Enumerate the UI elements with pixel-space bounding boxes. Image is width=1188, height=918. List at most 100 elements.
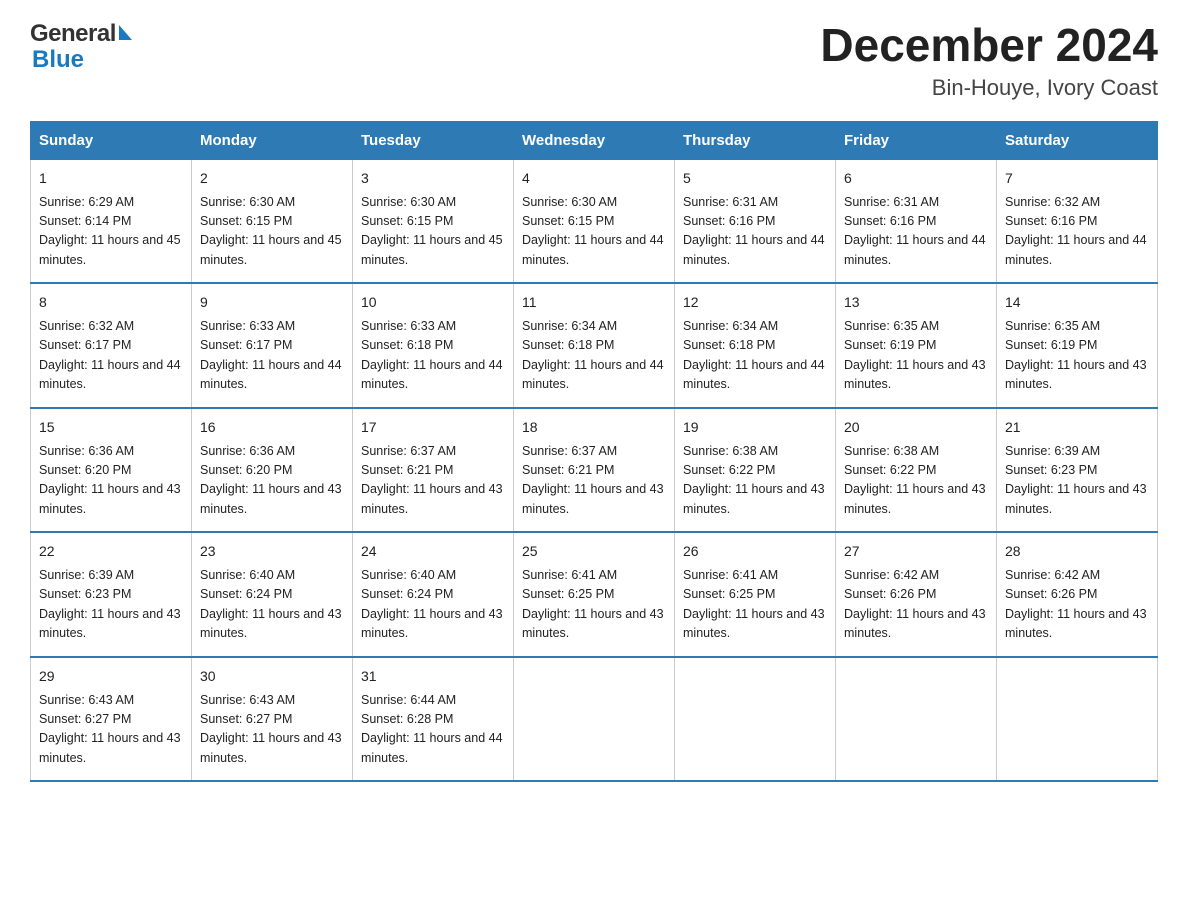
day-info: Sunrise: 6:39 AMSunset: 6:23 PMDaylight:… <box>39 568 181 640</box>
calendar-cell: 7 Sunrise: 6:32 AMSunset: 6:16 PMDayligh… <box>997 159 1158 283</box>
column-header-wednesday: Wednesday <box>514 121 675 159</box>
calendar-cell: 20 Sunrise: 6:38 AMSunset: 6:22 PMDaylig… <box>836 408 997 533</box>
day-number: 31 <box>361 666 505 687</box>
day-info: Sunrise: 6:36 AMSunset: 6:20 PMDaylight:… <box>39 444 181 516</box>
day-info: Sunrise: 6:35 AMSunset: 6:19 PMDaylight:… <box>844 319 986 391</box>
day-info: Sunrise: 6:39 AMSunset: 6:23 PMDaylight:… <box>1005 444 1147 516</box>
page-title: December 2024 <box>820 20 1158 71</box>
day-number: 4 <box>522 168 666 189</box>
day-info: Sunrise: 6:44 AMSunset: 6:28 PMDaylight:… <box>361 693 503 765</box>
day-number: 25 <box>522 541 666 562</box>
column-header-friday: Friday <box>836 121 997 159</box>
column-header-sunday: Sunday <box>31 121 192 159</box>
calendar-cell: 12 Sunrise: 6:34 AMSunset: 6:18 PMDaylig… <box>675 283 836 408</box>
calendar-cell: 2 Sunrise: 6:30 AMSunset: 6:15 PMDayligh… <box>192 159 353 283</box>
day-info: Sunrise: 6:34 AMSunset: 6:18 PMDaylight:… <box>522 319 664 391</box>
calendar-cell: 18 Sunrise: 6:37 AMSunset: 6:21 PMDaylig… <box>514 408 675 533</box>
calendar-cell: 3 Sunrise: 6:30 AMSunset: 6:15 PMDayligh… <box>353 159 514 283</box>
day-info: Sunrise: 6:36 AMSunset: 6:20 PMDaylight:… <box>200 444 342 516</box>
day-number: 28 <box>1005 541 1149 562</box>
day-info: Sunrise: 6:30 AMSunset: 6:15 PMDaylight:… <box>361 195 503 267</box>
day-number: 27 <box>844 541 988 562</box>
day-number: 1 <box>39 168 183 189</box>
logo-general-text: General <box>30 20 116 48</box>
calendar-cell: 11 Sunrise: 6:34 AMSunset: 6:18 PMDaylig… <box>514 283 675 408</box>
calendar-cell: 5 Sunrise: 6:31 AMSunset: 6:16 PMDayligh… <box>675 159 836 283</box>
calendar-cell: 9 Sunrise: 6:33 AMSunset: 6:17 PMDayligh… <box>192 283 353 408</box>
day-number: 21 <box>1005 417 1149 438</box>
day-info: Sunrise: 6:31 AMSunset: 6:16 PMDaylight:… <box>844 195 986 267</box>
day-info: Sunrise: 6:30 AMSunset: 6:15 PMDaylight:… <box>200 195 342 267</box>
column-header-thursday: Thursday <box>675 121 836 159</box>
day-number: 19 <box>683 417 827 438</box>
day-info: Sunrise: 6:37 AMSunset: 6:21 PMDaylight:… <box>361 444 503 516</box>
calendar-body: 1 Sunrise: 6:29 AMSunset: 6:14 PMDayligh… <box>31 159 1158 781</box>
day-number: 22 <box>39 541 183 562</box>
day-number: 15 <box>39 417 183 438</box>
day-number: 3 <box>361 168 505 189</box>
calendar-week-5: 29 Sunrise: 6:43 AMSunset: 6:27 PMDaylig… <box>31 657 1158 782</box>
day-number: 10 <box>361 292 505 313</box>
day-number: 20 <box>844 417 988 438</box>
calendar-cell: 24 Sunrise: 6:40 AMSunset: 6:24 PMDaylig… <box>353 532 514 657</box>
day-number: 2 <box>200 168 344 189</box>
calendar-cell: 23 Sunrise: 6:40 AMSunset: 6:24 PMDaylig… <box>192 532 353 657</box>
day-info: Sunrise: 6:30 AMSunset: 6:15 PMDaylight:… <box>522 195 664 267</box>
day-number: 24 <box>361 541 505 562</box>
day-info: Sunrise: 6:43 AMSunset: 6:27 PMDaylight:… <box>39 693 181 765</box>
day-number: 12 <box>683 292 827 313</box>
day-info: Sunrise: 6:34 AMSunset: 6:18 PMDaylight:… <box>683 319 825 391</box>
calendar-cell: 17 Sunrise: 6:37 AMSunset: 6:21 PMDaylig… <box>353 408 514 533</box>
day-info: Sunrise: 6:41 AMSunset: 6:25 PMDaylight:… <box>522 568 664 640</box>
calendar-header: SundayMondayTuesdayWednesdayThursdayFrid… <box>31 121 1158 159</box>
calendar-cell: 1 Sunrise: 6:29 AMSunset: 6:14 PMDayligh… <box>31 159 192 283</box>
day-number: 18 <box>522 417 666 438</box>
day-info: Sunrise: 6:38 AMSunset: 6:22 PMDaylight:… <box>683 444 825 516</box>
calendar-cell: 19 Sunrise: 6:38 AMSunset: 6:22 PMDaylig… <box>675 408 836 533</box>
calendar-cell: 10 Sunrise: 6:33 AMSunset: 6:18 PMDaylig… <box>353 283 514 408</box>
day-info: Sunrise: 6:33 AMSunset: 6:18 PMDaylight:… <box>361 319 503 391</box>
day-info: Sunrise: 6:32 AMSunset: 6:16 PMDaylight:… <box>1005 195 1147 267</box>
calendar-cell: 13 Sunrise: 6:35 AMSunset: 6:19 PMDaylig… <box>836 283 997 408</box>
calendar-cell: 29 Sunrise: 6:43 AMSunset: 6:27 PMDaylig… <box>31 657 192 782</box>
calendar-cell: 16 Sunrise: 6:36 AMSunset: 6:20 PMDaylig… <box>192 408 353 533</box>
page-subtitle: Bin-Houye, Ivory Coast <box>820 75 1158 101</box>
title-block: December 2024 Bin-Houye, Ivory Coast <box>820 20 1158 101</box>
day-info: Sunrise: 6:31 AMSunset: 6:16 PMDaylight:… <box>683 195 825 267</box>
day-info: Sunrise: 6:40 AMSunset: 6:24 PMDaylight:… <box>361 568 503 640</box>
day-info: Sunrise: 6:35 AMSunset: 6:19 PMDaylight:… <box>1005 319 1147 391</box>
calendar-cell: 4 Sunrise: 6:30 AMSunset: 6:15 PMDayligh… <box>514 159 675 283</box>
calendar-cell: 26 Sunrise: 6:41 AMSunset: 6:25 PMDaylig… <box>675 532 836 657</box>
calendar-week-4: 22 Sunrise: 6:39 AMSunset: 6:23 PMDaylig… <box>31 532 1158 657</box>
calendar-table: SundayMondayTuesdayWednesdayThursdayFrid… <box>30 121 1158 783</box>
day-info: Sunrise: 6:38 AMSunset: 6:22 PMDaylight:… <box>844 444 986 516</box>
logo: General Blue <box>30 20 132 74</box>
day-number: 14 <box>1005 292 1149 313</box>
day-number: 5 <box>683 168 827 189</box>
column-header-saturday: Saturday <box>997 121 1158 159</box>
day-info: Sunrise: 6:40 AMSunset: 6:24 PMDaylight:… <box>200 568 342 640</box>
day-number: 23 <box>200 541 344 562</box>
column-header-tuesday: Tuesday <box>353 121 514 159</box>
day-number: 16 <box>200 417 344 438</box>
calendar-cell: 21 Sunrise: 6:39 AMSunset: 6:23 PMDaylig… <box>997 408 1158 533</box>
calendar-cell: 6 Sunrise: 6:31 AMSunset: 6:16 PMDayligh… <box>836 159 997 283</box>
calendar-cell: 14 Sunrise: 6:35 AMSunset: 6:19 PMDaylig… <box>997 283 1158 408</box>
calendar-week-3: 15 Sunrise: 6:36 AMSunset: 6:20 PMDaylig… <box>31 408 1158 533</box>
logo-arrow-icon <box>119 25 132 40</box>
logo-blue-text: Blue <box>32 46 84 74</box>
day-info: Sunrise: 6:42 AMSunset: 6:26 PMDaylight:… <box>844 568 986 640</box>
calendar-cell: 30 Sunrise: 6:43 AMSunset: 6:27 PMDaylig… <box>192 657 353 782</box>
day-number: 29 <box>39 666 183 687</box>
day-number: 13 <box>844 292 988 313</box>
day-info: Sunrise: 6:32 AMSunset: 6:17 PMDaylight:… <box>39 319 181 391</box>
calendar-cell: 28 Sunrise: 6:42 AMSunset: 6:26 PMDaylig… <box>997 532 1158 657</box>
day-number: 17 <box>361 417 505 438</box>
calendar-cell: 27 Sunrise: 6:42 AMSunset: 6:26 PMDaylig… <box>836 532 997 657</box>
day-number: 6 <box>844 168 988 189</box>
calendar-cell: 31 Sunrise: 6:44 AMSunset: 6:28 PMDaylig… <box>353 657 514 782</box>
day-number: 7 <box>1005 168 1149 189</box>
calendar-cell: 8 Sunrise: 6:32 AMSunset: 6:17 PMDayligh… <box>31 283 192 408</box>
day-number: 26 <box>683 541 827 562</box>
day-number: 11 <box>522 292 666 313</box>
